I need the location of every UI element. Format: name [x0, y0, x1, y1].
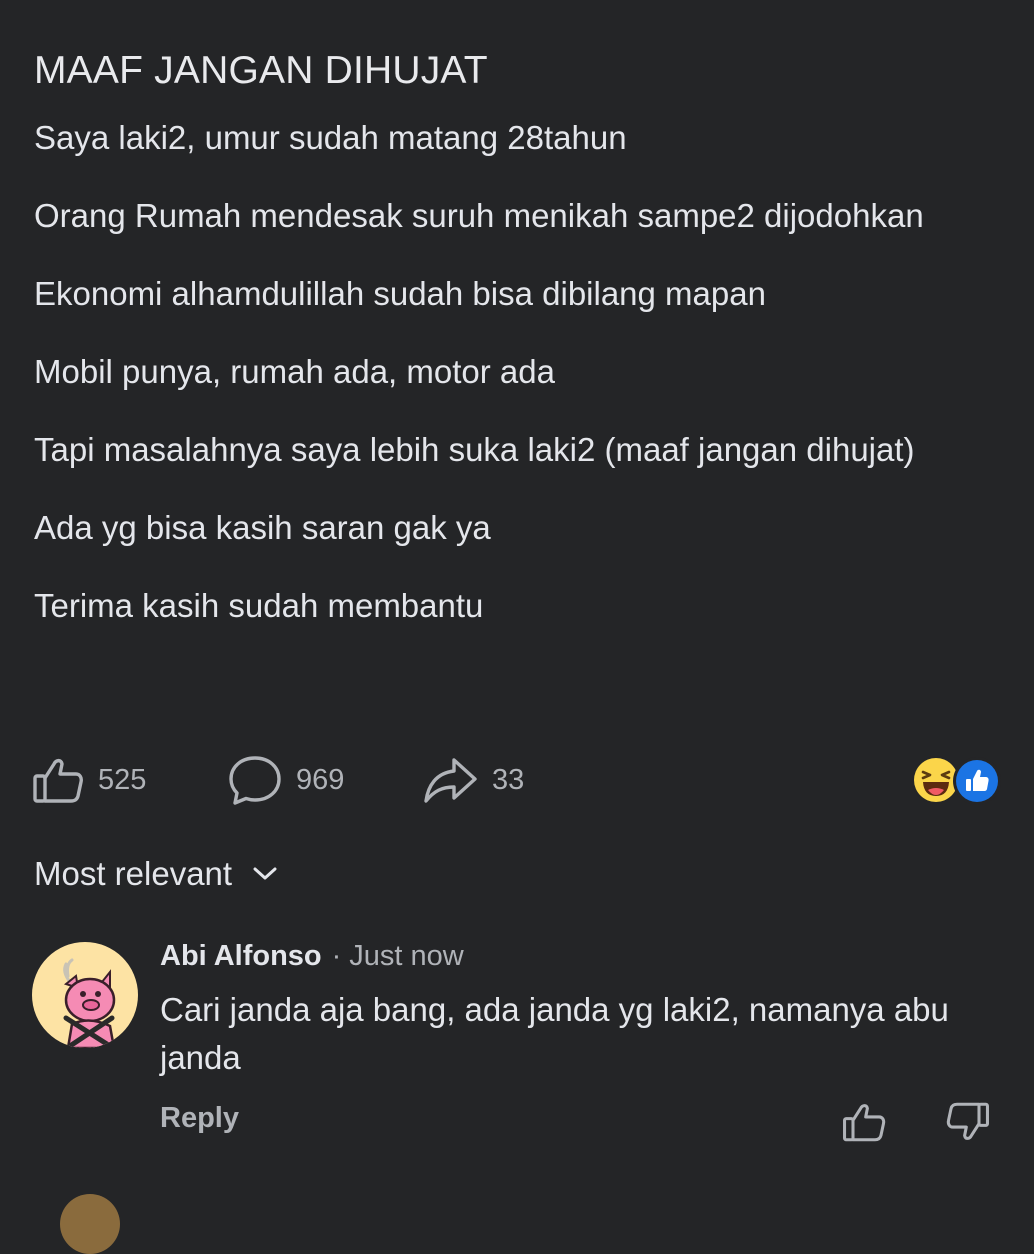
comment-sort-dropdown[interactable]: Most relevant: [34, 848, 278, 900]
post-action-bar: 525 969 33: [32, 752, 1002, 808]
post-paragraph: Ada yg bisa kasih saran gak ya: [34, 509, 491, 546]
post-paragraph: Saya laki2, umur sudah matang 28tahun: [34, 119, 627, 156]
comment-item: Abi Alfonso · Just now Cari janda aja ba…: [32, 940, 1002, 1142]
comment-author[interactable]: Abi Alfonso: [160, 940, 322, 973]
like-button[interactable]: 525: [32, 752, 146, 808]
haha-reaction-icon: [914, 758, 958, 802]
post-title: MAAF JANGAN DIHUJAT: [34, 49, 488, 92]
thumbs-up-icon: [843, 1104, 886, 1142]
like-reaction-icon: [956, 760, 998, 802]
avatar[interactable]: [60, 1194, 120, 1254]
reply-button[interactable]: Reply: [160, 1102, 239, 1135]
sort-label: Most relevant: [34, 855, 233, 892]
share-button[interactable]: 33: [422, 752, 524, 808]
post-paragraph: Mobil punya, rumah ada, motor ada: [34, 353, 555, 390]
reaction-summary[interactable]: [914, 758, 1002, 804]
share-count: 33: [492, 763, 525, 796]
downvote-button[interactable]: [946, 1100, 990, 1149]
thumbs-down-icon: [946, 1102, 989, 1140]
comment-count: 969: [296, 763, 345, 796]
like-count: 525: [98, 763, 147, 796]
post-paragraph: Orang Rumah mendesak suruh menikah sampe…: [34, 197, 924, 234]
post-paragraph: Tapi masalahnya saya lebih suka laki2 (m…: [34, 431, 915, 468]
comment-timestamp[interactable]: Just now: [349, 940, 463, 973]
comment-text: Cari janda aja bang, ada janda yg laki2,…: [160, 991, 949, 1076]
post-body: MAAF JANGAN DIHUJAT Saya laki2, umur sud…: [34, 40, 934, 662]
upvote-button[interactable]: [842, 1100, 886, 1149]
share-arrow-icon: [424, 758, 477, 803]
comment-header: Abi Alfonso · Just now: [160, 940, 464, 984]
comment-button[interactable]: 969: [228, 752, 344, 808]
post-paragraph: Terima kasih sudah membantu: [34, 587, 484, 624]
post-paragraph: Ekonomi alhamdulillah sudah bisa dibilan…: [34, 275, 766, 312]
avatar[interactable]: [32, 942, 138, 1048]
separator-dot: ·: [331, 940, 342, 972]
thumbs-up-icon: [33, 758, 83, 803]
speech-bubble-icon: [229, 756, 281, 805]
chevron-down-icon: [253, 867, 277, 880]
